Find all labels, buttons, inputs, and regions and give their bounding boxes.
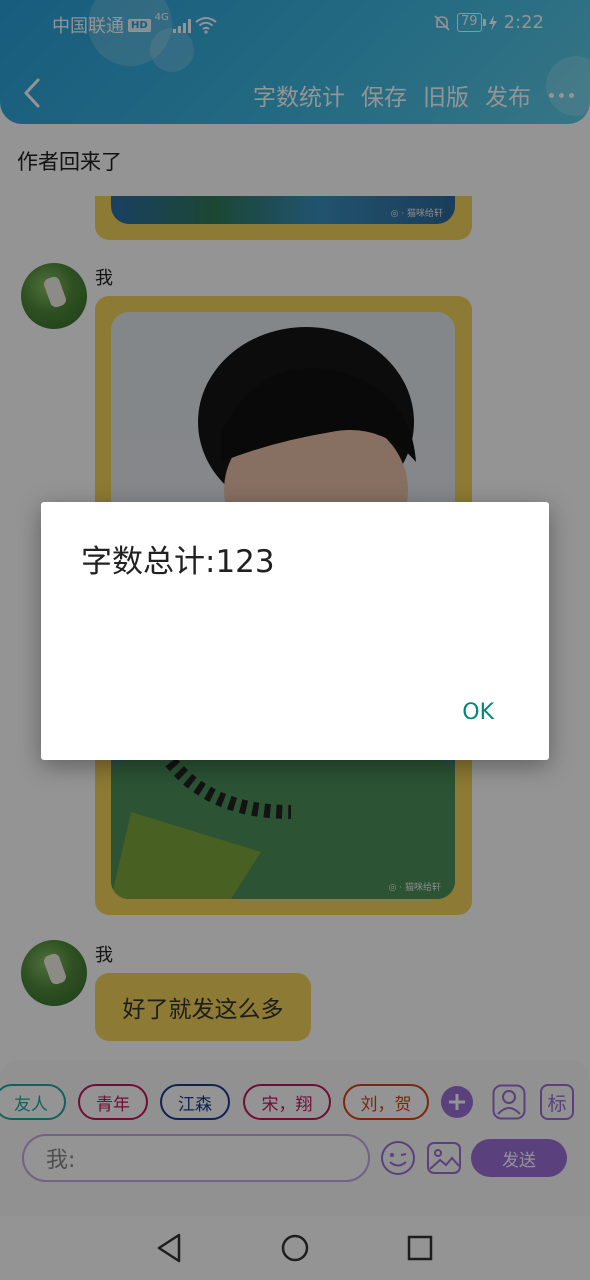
dialog-message: 字数总计:123	[81, 544, 275, 580]
dialog-ok-button[interactable]: OK	[462, 700, 494, 725]
word-count-dialog: 字数总计:123 OK	[41, 502, 549, 760]
